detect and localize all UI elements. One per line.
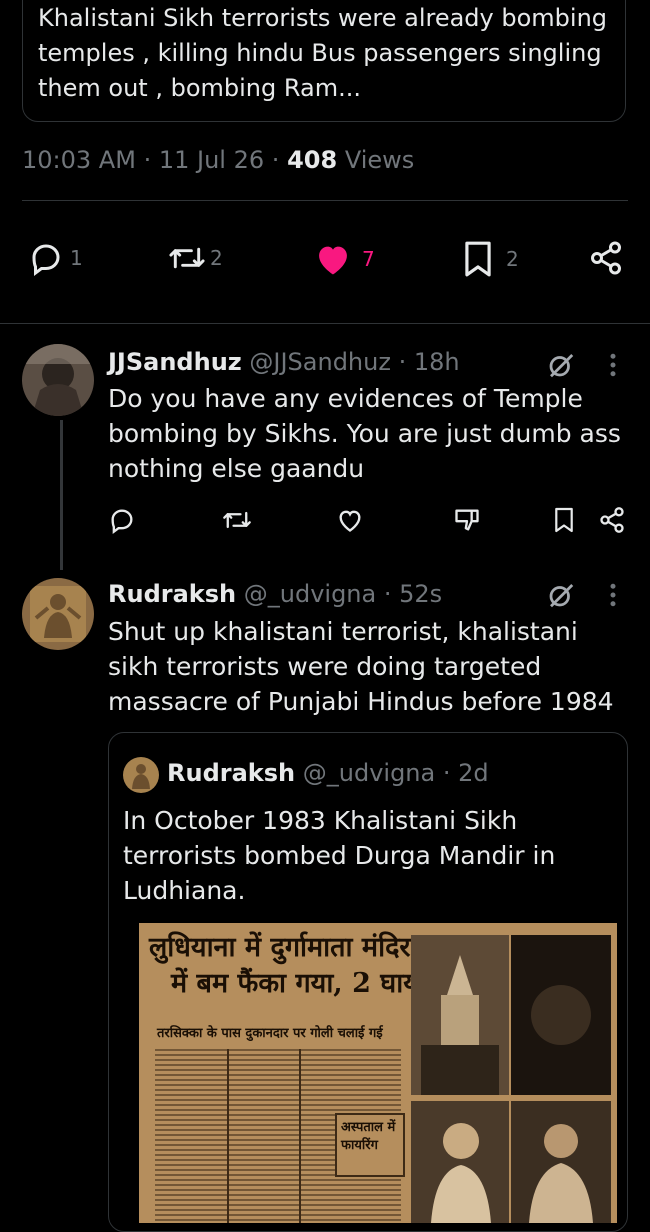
dislike-icon[interactable]: [452, 506, 482, 538]
grok-icon[interactable]: [546, 580, 576, 614]
photo-person: [411, 1101, 509, 1223]
quoted-tweet-card[interactable]: Khalistani Sikh terrorists were already …: [22, 0, 626, 122]
image-headline: में बम फैंका गया, 2 घायल: [171, 968, 438, 999]
tweet-date[interactable]: 11 Jul 26: [159, 146, 264, 174]
heart-icon: [314, 242, 352, 276]
reply-icon[interactable]: [108, 506, 136, 538]
meta-separator: ·: [398, 348, 407, 376]
author-handle: @_udvigna: [302, 759, 436, 787]
column-rule: [227, 1049, 229, 1223]
image-headline: लुधियाना में दुर्गामाता मंदिर: [149, 932, 411, 963]
reply-time[interactable]: 18h: [414, 348, 460, 376]
image-subhead: तरसिक्का के पास दुकानदार पर गोली चलाई गई: [157, 1026, 383, 1041]
share-icon: [588, 240, 624, 276]
views-label: Views: [344, 146, 415, 174]
photo-interior: [511, 935, 611, 1095]
photo-temple: [411, 935, 509, 1095]
share-icon[interactable]: [598, 506, 626, 538]
more-icon[interactable]: [603, 350, 623, 384]
column-rule: [299, 1049, 301, 1223]
bookmark-count: 2: [506, 247, 519, 271]
author-name[interactable]: JJSandhuz: [108, 348, 242, 376]
newspaper-image[interactable]: लुधियाना में दुर्गामाता मंदिर में बम फैं…: [139, 923, 617, 1223]
quote-time: 2d: [458, 759, 489, 787]
repost-icon[interactable]: [222, 506, 252, 538]
author-handle[interactable]: @_udvigna: [244, 580, 376, 608]
quote-author: Rudraksh @_udvigna · 2d: [167, 759, 489, 787]
heart-icon[interactable]: [336, 507, 364, 537]
share-button[interactable]: [588, 240, 624, 276]
meta-separator: ·: [442, 759, 451, 787]
reply-button[interactable]: 1: [28, 240, 83, 276]
repost-button[interactable]: 2: [168, 240, 223, 276]
reply-time[interactable]: 52s: [399, 580, 442, 608]
reply-icon: [28, 240, 64, 276]
more-icon[interactable]: [603, 580, 623, 614]
reply-count: 1: [70, 246, 83, 270]
quoted-tweet-card[interactable]: Rudraksh @_udvigna · 2d In October 1983 …: [108, 732, 628, 1232]
thread-line: [60, 420, 63, 570]
tweet-meta: 10:03 AM · 11 Jul 26 · 408 Views: [22, 146, 414, 174]
reply-author: JJSandhuz @JJSandhuz · 18h: [108, 348, 460, 376]
meta-separator: ·: [143, 146, 152, 174]
quote-text: In October 1983 Khalistani Sikh terroris…: [123, 806, 556, 905]
author-name: Rudraksh: [167, 759, 296, 787]
reply-text: Do you have any evidences of Temple bomb…: [108, 384, 621, 483]
meta-separator: ·: [383, 580, 392, 608]
meta-separator: ·: [271, 146, 280, 174]
tweet-time[interactable]: 10:03 AM: [22, 146, 136, 174]
quoted-tweet-text: Khalistani Sikh terrorists were already …: [38, 4, 608, 102]
divider: [0, 323, 650, 324]
bookmark-button[interactable]: 2: [462, 240, 519, 278]
reply-author: Rudraksh @_udvigna · 52s: [108, 580, 442, 608]
author-name[interactable]: Rudraksh: [108, 580, 236, 608]
photo-person: [511, 1101, 611, 1223]
inset-box: अस्पताल में फायरिंग: [335, 1113, 405, 1177]
avatar[interactable]: [22, 578, 94, 650]
reply-text: Shut up khalistani terrorist, khalistani…: [108, 617, 614, 716]
avatar[interactable]: [22, 344, 94, 416]
repost-count: 2: [210, 246, 223, 270]
bookmark-icon: [462, 240, 494, 278]
author-handle[interactable]: @JJSandhuz: [249, 348, 391, 376]
avatar: [123, 757, 159, 793]
inset-box-label: अस्पताल में फायरिंग: [341, 1120, 396, 1153]
views-count: 408: [287, 146, 338, 174]
like-count: 7: [362, 247, 375, 271]
repost-icon: [168, 240, 206, 276]
like-button[interactable]: 7: [314, 242, 375, 276]
bookmark-icon[interactable]: [553, 506, 575, 538]
grok-icon[interactable]: [546, 350, 576, 384]
divider: [22, 200, 628, 201]
